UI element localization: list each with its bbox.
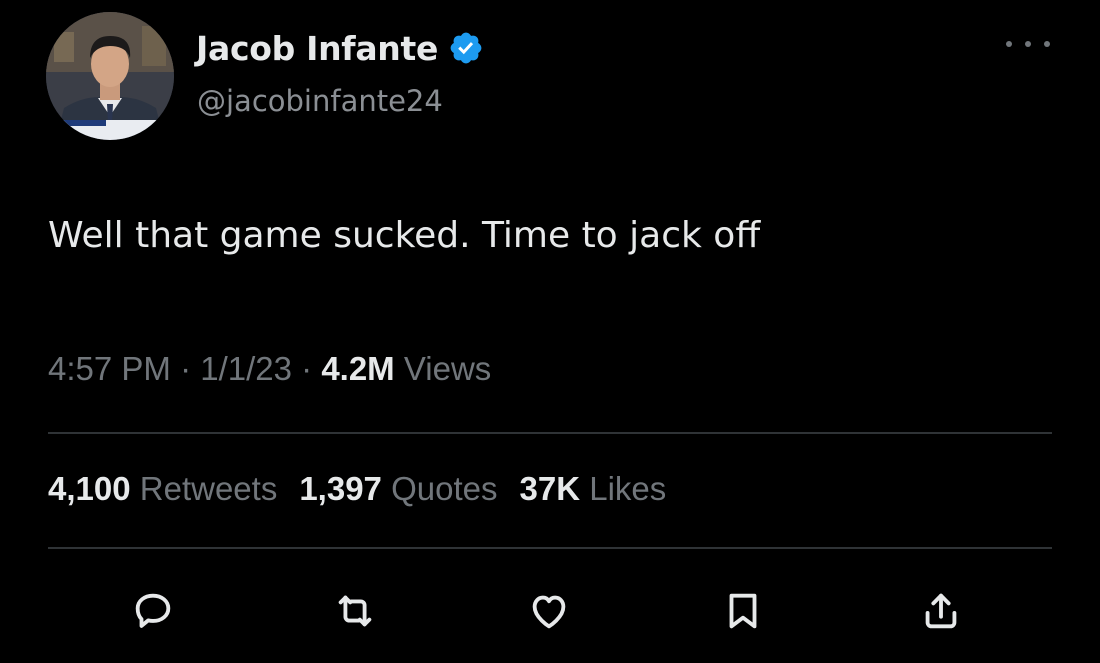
bookmark-icon[interactable] <box>720 588 766 634</box>
retweets-label: Retweets <box>130 470 278 507</box>
avatar[interactable] <box>46 12 174 140</box>
quotes-count: 1,397 <box>299 470 382 507</box>
quotes-label: Quotes <box>381 470 498 507</box>
meta-separator: · <box>170 350 201 387</box>
share-icon[interactable] <box>918 588 964 634</box>
likes-label: Likes <box>580 470 667 507</box>
likes-stat[interactable]: 37K Likes <box>520 470 667 507</box>
retweet-icon[interactable] <box>332 588 378 634</box>
more-dot <box>1025 41 1031 47</box>
verified-badge-icon[interactable] <box>448 30 484 66</box>
tweet-date[interactable]: 1/1/23 <box>200 350 292 387</box>
divider <box>48 547 1052 549</box>
name-row: Jacob Infante <box>196 26 484 70</box>
tweet-time[interactable]: 4:57 PM <box>48 350 171 387</box>
more-options-icon[interactable] <box>1006 34 1050 54</box>
views-label: Views <box>394 350 492 387</box>
tweet-card: Jacob Infante @jacobinfante24 Well that … <box>0 0 1100 663</box>
reply-icon[interactable] <box>130 588 176 634</box>
avatar-image <box>46 12 174 140</box>
likes-count: 37K <box>519 470 581 507</box>
divider <box>48 432 1052 434</box>
meta-separator: · <box>291 350 322 387</box>
heart-icon[interactable] <box>526 588 572 634</box>
views-count: 4.2M <box>321 350 395 387</box>
tweet-text: Well that game sucked. Time to jack off <box>48 215 761 256</box>
engagement-stats: 4,100 Retweets 1,397 Quotes 37K Likes <box>48 470 666 508</box>
more-dot <box>1006 41 1012 47</box>
quotes-stat[interactable]: 1,397 Quotes <box>299 470 497 507</box>
retweets-stat[interactable]: 4,100 Retweets <box>48 470 277 507</box>
display-name[interactable]: Jacob Infante <box>196 29 438 68</box>
user-handle[interactable]: @jacobinfante24 <box>197 84 443 118</box>
more-dot <box>1044 41 1050 47</box>
retweets-count: 4,100 <box>48 470 131 507</box>
tweet-meta: 4:57 PM · 1/1/23 · 4.2M Views <box>48 350 491 388</box>
